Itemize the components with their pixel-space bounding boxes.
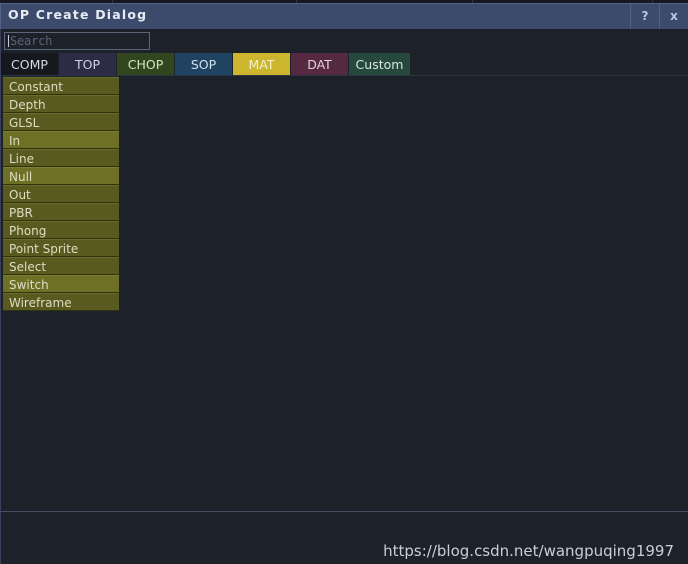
op-list-item[interactable]: Constant (3, 77, 119, 95)
page-title: OP Create Dialog (8, 7, 148, 22)
tab-dat[interactable]: DAT (291, 53, 349, 75)
op-list: Constant Depth GLSL In Line Null Out PBR Phong Po… (3, 77, 119, 311)
help-button[interactable]: ? (630, 3, 659, 29)
tab-comp[interactable]: COMP (1, 53, 59, 75)
op-list-item[interactable]: GLSL (3, 113, 119, 131)
dialog-content: Constant Depth GLSL In Line Null Out PBR Phong Po… (0, 75, 688, 511)
tab-sop[interactable]: SOP (175, 53, 233, 75)
search-row: Search (0, 29, 688, 53)
op-family-tabbar: COMP TOP CHOP SOP MAT DAT Custom (0, 53, 688, 75)
tab-top[interactable]: TOP (59, 53, 117, 75)
close-button[interactable]: x (659, 3, 688, 29)
op-list-item[interactable]: In (3, 131, 119, 149)
text-caret (8, 35, 9, 47)
footer: https://blog.csdn.net/wangpuqing1997 (0, 512, 688, 564)
op-list-item[interactable]: Phong (3, 221, 119, 239)
op-list-item[interactable]: Select (3, 257, 119, 275)
titlebar-buttons: ? x (630, 3, 688, 29)
op-list-item[interactable]: Point Sprite (3, 239, 119, 257)
watermark-text: https://blog.csdn.net/wangpuqing1997 (383, 542, 674, 560)
titlebar[interactable]: OP Create Dialog ? x (0, 3, 688, 29)
op-list-item[interactable]: Switch (3, 275, 119, 293)
op-list-item[interactable]: Out (3, 185, 119, 203)
tab-custom[interactable]: Custom (349, 53, 411, 75)
op-list-item[interactable]: Wireframe (3, 293, 119, 311)
op-list-item[interactable]: PBR (3, 203, 119, 221)
search-placeholder: Search (10, 34, 53, 48)
tab-chop[interactable]: CHOP (117, 53, 175, 75)
op-create-dialog-window: OP Create Dialog ? x Search COMP TOP CHOP S… (0, 0, 688, 564)
op-list-item[interactable]: Null (3, 167, 119, 185)
search-input[interactable]: Search (4, 32, 150, 50)
op-list-item[interactable]: Line (3, 149, 119, 167)
tab-mat[interactable]: MAT (233, 53, 291, 75)
op-list-item[interactable]: Depth (3, 95, 119, 113)
